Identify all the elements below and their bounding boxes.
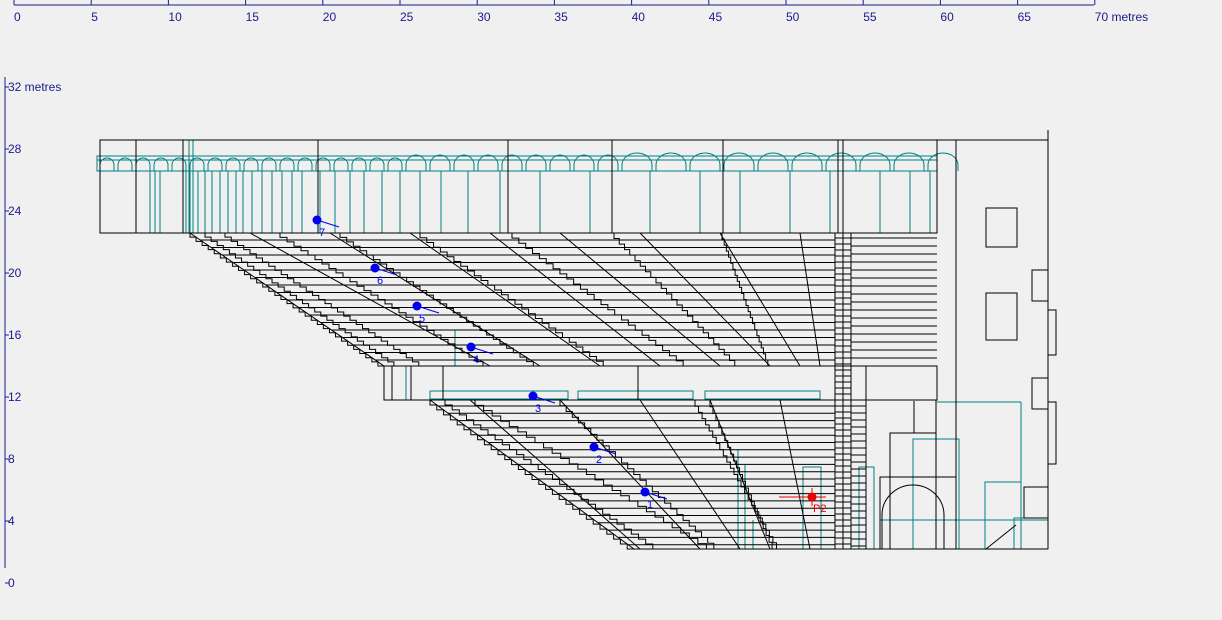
- x-tick-label: 55: [863, 10, 877, 24]
- y-tick-label: 32 metres: [8, 80, 61, 94]
- y-tick-label: 4: [8, 514, 15, 528]
- x-tick-label: 0: [14, 10, 21, 24]
- x-tick-label: 15: [246, 10, 260, 24]
- x-tick-label: 40: [632, 10, 646, 24]
- x-tick-label: 5: [91, 10, 98, 24]
- point-marker: [589, 442, 599, 452]
- observation-point-3[interactable]: 3: [528, 391, 556, 416]
- x-tick-label: 45: [709, 10, 723, 24]
- point-label: 1: [647, 499, 653, 511]
- section-drawing: 0 5 10 15 20 25 30 35 40 45 50 55 60 65 70 metres 0481…: [4, 0, 1148, 590]
- point-label: 4: [473, 354, 479, 366]
- y-tick-label: 24: [8, 204, 22, 218]
- y-tick-label: 8: [8, 452, 15, 466]
- point-label: 5: [419, 313, 425, 325]
- point-marker: [312, 215, 322, 225]
- y-tick-label: 16: [8, 328, 22, 342]
- point-marker: [528, 391, 538, 401]
- point-label: 3: [535, 403, 541, 415]
- y-axis: 0 4 8 12 16 20 24 28 32 metres: [4, 77, 61, 590]
- point-marker: [370, 263, 380, 273]
- x-tick-label: 10: [168, 10, 182, 24]
- upper-arcade: [96, 140, 959, 233]
- x-tick-label: 60: [940, 10, 954, 24]
- point-label: P2: [813, 503, 826, 515]
- y-tick-label: 0: [8, 576, 15, 590]
- x-tick-label: 25: [400, 10, 414, 24]
- point-marker: [466, 342, 476, 352]
- y-tick-label: 12: [8, 390, 22, 404]
- x-tick-label: 70 metres: [1095, 10, 1148, 24]
- observation-point-4[interactable]: 4: [466, 342, 494, 367]
- point-marker: [412, 301, 422, 311]
- observation-points: 1 2 3 4 5 6 7: [312, 215, 668, 511]
- x-tick-label: 35: [554, 10, 568, 24]
- x-axis: 0 5 10 15 20 25 30 35 40 45 50 55 60 65 70 metres: [13, 0, 1148, 24]
- y-tick-label: 20: [8, 266, 22, 280]
- point-marker: [640, 487, 650, 497]
- x-tick-label: 20: [323, 10, 337, 24]
- y-tick-label: 28: [8, 142, 22, 156]
- point-marker: [807, 492, 817, 502]
- point-label: 2: [596, 454, 602, 466]
- point-label: 7: [319, 227, 325, 239]
- x-tick-label: 65: [1018, 10, 1032, 24]
- x-tick-label: 30: [477, 10, 491, 24]
- point-label: 6: [377, 275, 383, 287]
- x-tick-label: 50: [786, 10, 800, 24]
